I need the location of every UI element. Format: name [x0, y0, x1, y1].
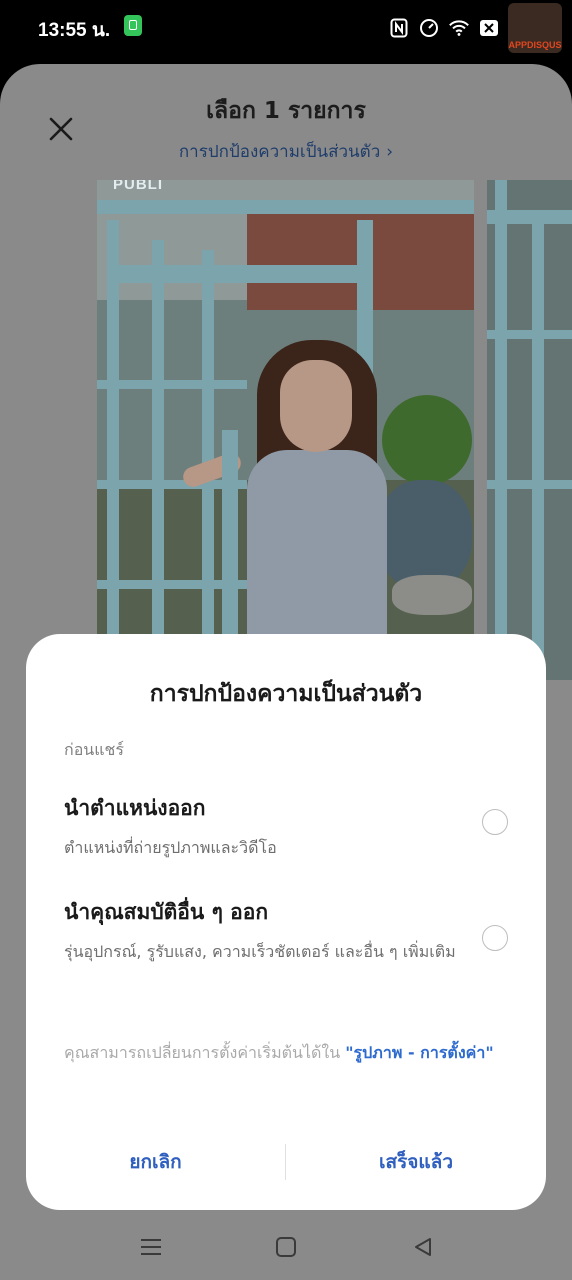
photo-thumbnail-selected[interactable]: PUBLI	[97, 180, 474, 650]
photo-frame-bar	[487, 210, 572, 224]
photo-person-body	[247, 450, 387, 650]
photo-thumbnail-next[interactable]	[487, 180, 572, 680]
chevron-right-icon: ›	[386, 142, 394, 162]
settings-note-text: คุณสามารถเปลี่ยนการตั้งค่าเริ่มต้นได้ใน	[64, 1043, 346, 1062]
option-remove-other-properties[interactable]: นำคุณสมบัติอื่น ๆ ออก รุ่นอุปกรณ์, รูรับ…	[64, 896, 508, 965]
photo-frame-bar	[97, 380, 247, 389]
option-title: นำคุณสมบัติอื่น ๆ ออก	[64, 900, 269, 924]
remove-location-radio[interactable]	[482, 809, 508, 835]
dialog-title: การปกป้องความเป็นส่วนตัว	[149, 681, 423, 707]
settings-link[interactable]: "รูปภาพ - การตั้งค่า"	[345, 1043, 493, 1062]
watermark-logo: APPDISQUS	[508, 3, 562, 53]
status-icons: APPDISQUS	[388, 3, 562, 53]
status-bar: 13:55 น. APPDISQUS	[0, 0, 572, 56]
photo-frame-bar	[487, 480, 572, 489]
privacy-protection-dialog: การปกป้องความเป็นส่วนตัว ก่อนแชร์ นำตำแห…	[26, 634, 546, 1210]
nfc-icon	[388, 17, 410, 39]
close-box-icon	[478, 17, 500, 39]
home-icon[interactable]	[271, 1232, 301, 1262]
section-label: ก่อนแชร์	[64, 740, 124, 759]
wifi-icon	[448, 17, 470, 39]
photo-frame-bar	[97, 200, 474, 214]
menu-icon[interactable]	[136, 1232, 166, 1262]
option-remove-location[interactable]: นำตำแหน่งออก ตำแหน่งที่ถ่ายรูปภาพและวิดี…	[64, 792, 508, 861]
option-description: รุ่นอุปกรณ์, รูรับแสง, ความเร็วชัตเตอร์ …	[64, 942, 456, 961]
photo-person-face	[280, 360, 352, 452]
back-icon[interactable]	[408, 1232, 438, 1262]
privacy-link-label: การปกป้องความเป็นส่วนตัว	[178, 142, 381, 162]
option-title: นำตำแหน่งออก	[64, 796, 206, 820]
done-button[interactable]: เสร็จแล้ว	[286, 1138, 546, 1186]
photo-frame-bar	[222, 430, 238, 650]
cancel-button[interactable]: ยกเลิก	[26, 1138, 285, 1186]
photo-frame-bar	[495, 180, 507, 680]
settings-note: คุณสามารถเปลี่ยนการตั้งค่าเริ่มต้นได้ใน …	[64, 1040, 508, 1066]
photo-pot	[392, 575, 472, 615]
dialog-actions: ยกเลิก เสร็จแล้ว	[26, 1138, 546, 1186]
remove-other-properties-radio[interactable]	[482, 925, 508, 951]
photo-sign-text: PUBLI	[113, 180, 163, 193]
page-title: เลือก 1 รายการ	[206, 98, 366, 124]
privacy-link[interactable]: การปกป้องความเป็นส่วนตัว ›	[0, 138, 572, 165]
photo-frame-bar	[202, 250, 214, 650]
photo-flowers	[377, 480, 472, 590]
photo-frame-bar	[487, 330, 572, 339]
navigation-bar	[0, 1214, 572, 1280]
photo-frame-bar	[532, 220, 544, 680]
app-notification-icon	[124, 15, 142, 36]
photo-bush	[382, 395, 472, 485]
status-time: 13:55 น.	[38, 20, 111, 41]
option-description: ตำแหน่งที่ถ่ายรูปภาพและวิดีโอ	[64, 838, 277, 857]
speed-icon	[418, 17, 440, 39]
